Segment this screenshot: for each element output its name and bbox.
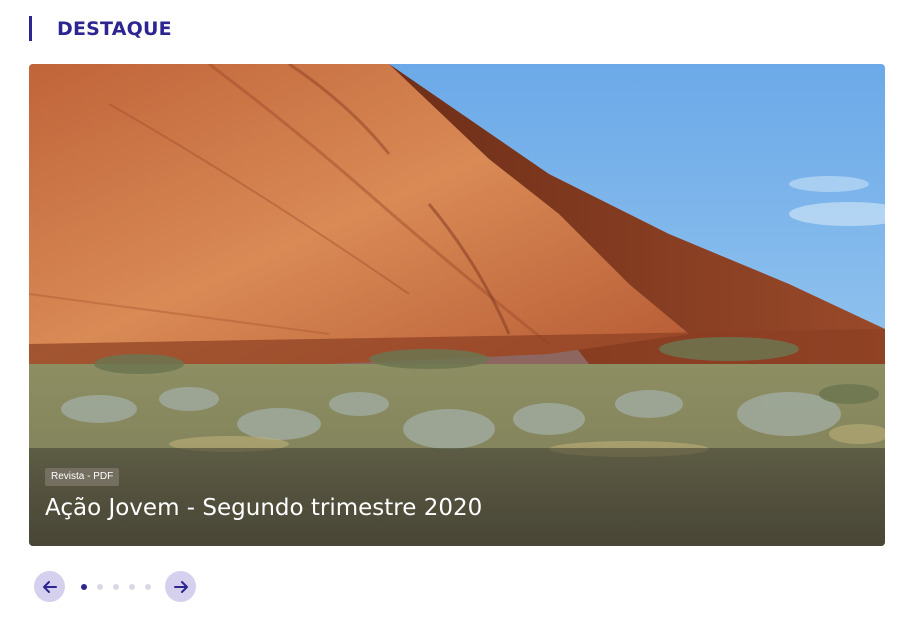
- pagination-dots: [81, 583, 151, 590]
- accent-bar: [29, 16, 32, 41]
- page: DESTAQUE Revista - PDF Ação Jovem - Segu…: [0, 0, 899, 618]
- arrow-left-icon: [42, 580, 57, 593]
- section-title: DESTAQUE: [57, 17, 172, 40]
- slide-title[interactable]: Ação Jovem - Segundo trimestre 2020: [45, 492, 482, 524]
- pagination-dot-2[interactable]: [97, 583, 103, 590]
- pagination-dot-4[interactable]: [129, 583, 135, 590]
- next-button[interactable]: [165, 571, 196, 602]
- pagination-dot-5[interactable]: [145, 583, 151, 590]
- pagination-dot-3[interactable]: [113, 583, 119, 590]
- category-badge: Revista - PDF: [45, 468, 120, 486]
- pagination-dot-1[interactable]: [81, 583, 87, 590]
- carousel-controls: [34, 571, 196, 602]
- arrow-right-icon: [173, 580, 188, 593]
- carousel-slide[interactable]: Revista - PDF Ação Jovem - Segundo trime…: [29, 64, 885, 546]
- section-header: DESTAQUE: [29, 16, 172, 41]
- prev-button[interactable]: [34, 571, 65, 602]
